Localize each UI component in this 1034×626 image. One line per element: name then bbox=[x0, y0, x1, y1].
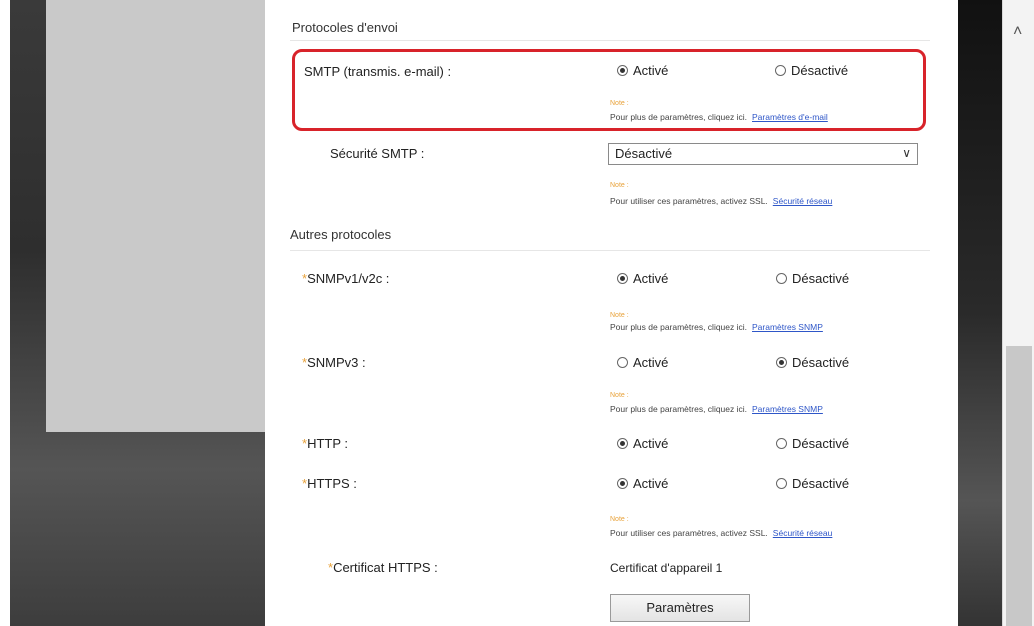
https-note-label: Note : bbox=[610, 516, 629, 523]
chevron-up-icon[interactable]: ˄ bbox=[1013, 24, 1022, 40]
https-cert-label-text: Certificat HTTPS : bbox=[333, 560, 438, 575]
http-label-text: HTTP : bbox=[307, 436, 348, 451]
chevron-down-icon: ∨ bbox=[902, 146, 911, 160]
network-security-link[interactable]: Sécurité réseau bbox=[773, 196, 833, 206]
smtp-security-label: Sécurité SMTP : bbox=[330, 146, 425, 161]
radio-unselected-icon bbox=[776, 438, 787, 449]
snmpv3-label: *SNMPv3 : bbox=[302, 355, 366, 370]
http-radio-on[interactable]: Activé bbox=[617, 436, 668, 451]
https-radio-off[interactable]: Désactivé bbox=[776, 476, 849, 491]
radio-selected-icon bbox=[776, 357, 787, 368]
section-divider bbox=[290, 40, 930, 41]
snmp-settings-link[interactable]: Paramètres SNMP bbox=[752, 404, 823, 414]
snmpv1-radio-off[interactable]: Désactivé bbox=[776, 271, 849, 286]
smtp-security-note-text: Pour utiliser ces paramètres, activez SS… bbox=[610, 196, 768, 206]
snmpv3-radio-on[interactable]: Activé bbox=[617, 355, 668, 370]
https-cert-settings-button[interactable]: Paramètres bbox=[610, 594, 750, 622]
radio-unselected-icon bbox=[617, 357, 628, 368]
radio-label: Activé bbox=[633, 476, 669, 491]
snmpv3-note-text: Pour plus de paramètres, cliquez ici. bbox=[610, 404, 748, 414]
radio-label: Activé bbox=[633, 436, 669, 451]
snmpv1-label: *SNMPv1/v2c : bbox=[302, 271, 389, 286]
radio-selected-icon bbox=[617, 438, 628, 449]
snmpv1-label-text: SNMPv1/v2c : bbox=[307, 271, 390, 286]
snmpv3-radio-off[interactable]: Désactivé bbox=[776, 355, 849, 370]
snmpv1-radio-on[interactable]: Activé bbox=[617, 271, 668, 286]
vertical-scrollbar[interactable]: ˄ bbox=[1002, 0, 1034, 626]
radio-selected-icon bbox=[617, 478, 628, 489]
snmpv1-note: Pour plus de paramètres, cliquez ici. Par… bbox=[610, 322, 823, 332]
snmp-settings-link[interactable]: Paramètres SNMP bbox=[752, 322, 823, 332]
radio-label: Désactivé bbox=[792, 271, 850, 286]
https-cert-label: *Certificat HTTPS : bbox=[328, 560, 438, 575]
https-cert-value: Certificat d'appareil 1 bbox=[610, 561, 723, 575]
https-label: *HTTPS : bbox=[302, 476, 357, 491]
radio-label: Désactivé bbox=[792, 476, 850, 491]
radio-label: Activé bbox=[633, 355, 669, 370]
snmpv1-note-text: Pour plus de paramètres, cliquez ici. bbox=[610, 322, 748, 332]
left-gray-panel bbox=[46, 0, 265, 432]
left-edge-strip bbox=[0, 0, 10, 626]
right-background bbox=[958, 0, 1002, 626]
section-title-sending: Protocoles d'envoi bbox=[292, 20, 398, 35]
https-note: Pour utiliser ces paramètres, activez SS… bbox=[610, 528, 832, 538]
section-title-other: Autres protocoles bbox=[290, 227, 392, 242]
smtp-security-note: Pour utiliser ces paramètres, activez SS… bbox=[610, 196, 832, 206]
network-security-link[interactable]: Sécurité réseau bbox=[773, 528, 833, 538]
https-label-text: HTTPS : bbox=[307, 476, 357, 491]
https-note-text: Pour utiliser ces paramètres, activez SS… bbox=[610, 528, 768, 538]
radio-unselected-icon bbox=[776, 273, 787, 284]
radio-label: Activé bbox=[633, 271, 669, 286]
section-divider bbox=[290, 250, 930, 251]
https-radio-on[interactable]: Activé bbox=[617, 476, 668, 491]
snmpv3-note: Pour plus de paramètres, cliquez ici. Par… bbox=[610, 404, 823, 414]
http-radio-off[interactable]: Désactivé bbox=[776, 436, 849, 451]
scrollbar-thumb[interactable] bbox=[1006, 346, 1032, 626]
radio-unselected-icon bbox=[776, 478, 787, 489]
smtp-security-note-label: Note : bbox=[610, 182, 629, 189]
smtp-security-value: Désactivé bbox=[615, 146, 673, 161]
smtp-security-select[interactable]: Désactivé ∨ bbox=[608, 143, 918, 165]
radio-selected-icon bbox=[617, 273, 628, 284]
http-label: *HTTP : bbox=[302, 436, 348, 451]
snmpv3-note-label: Note : bbox=[610, 392, 629, 399]
snmpv1-note-label: Note : bbox=[610, 312, 629, 319]
radio-label: Désactivé bbox=[792, 355, 850, 370]
smtp-highlight-frame bbox=[292, 49, 926, 131]
radio-label: Désactivé bbox=[792, 436, 850, 451]
snmpv3-label-text: SNMPv3 : bbox=[307, 355, 366, 370]
